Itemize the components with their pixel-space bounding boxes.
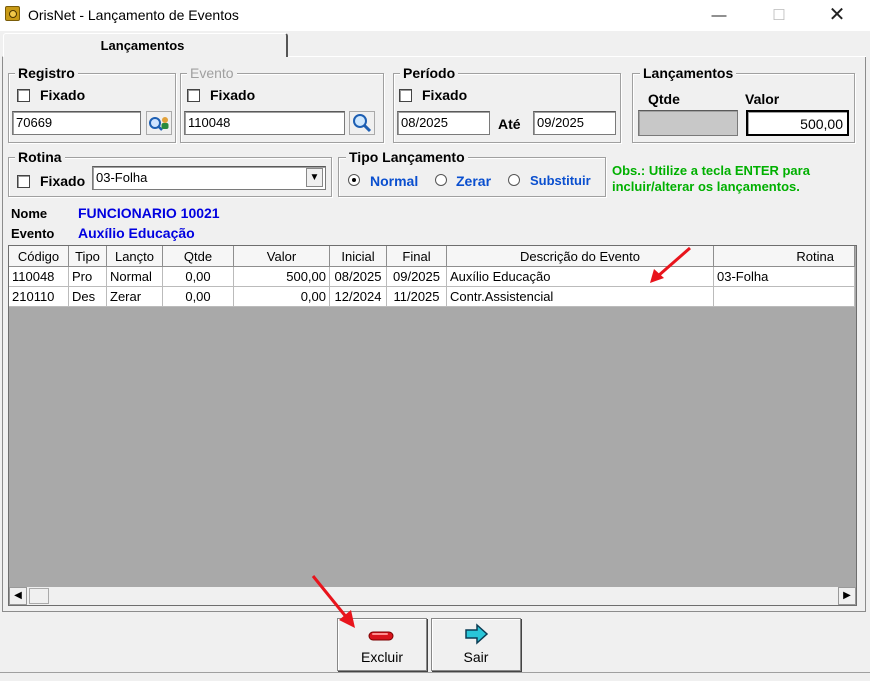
column-header[interactable]: Final [387,246,447,267]
minimize-icon: — [711,7,727,24]
nome-value: FUNCIONARIO 10021 [78,205,220,221]
table-cell: 11/2025 [387,287,447,307]
radio-zerar-label: Zerar [456,173,492,189]
table-cell: 09/2025 [387,267,447,287]
registro-fixado-label: Fixado [40,87,86,103]
table-cell: Des [69,287,107,307]
column-header[interactable]: Lançto [107,246,163,267]
column-header[interactable]: Inicial [330,246,387,267]
periodo-ate-label: Até [498,116,521,132]
user-search-icon [149,117,169,131]
table-cell: 110048 [9,267,69,287]
rotina-fixado-checkbox[interactable] [17,175,30,188]
triangle-right-icon: ▶ [843,590,851,601]
radio-substituir-label: Substituir [530,173,591,188]
nome-label: Nome [11,206,48,221]
table-cell: Zerar [107,287,163,307]
excluir-button-label: Excluir [360,649,403,665]
maximize-button[interactable]: ☐ [756,0,802,31]
evento-title: Evento [187,65,237,81]
registro-input[interactable]: 70669 [12,111,141,135]
tab-lancamentos-label: Lançamentos [100,38,185,53]
column-header[interactable]: Valor [234,246,330,267]
registro-lookup-button[interactable] [146,111,172,135]
periodo-fixado-checkbox[interactable] [399,89,412,102]
table-cell: 210110 [9,287,69,307]
registro-fixado-checkbox[interactable] [17,89,30,102]
evento-lookup-button[interactable] [349,111,375,135]
rotina-fixado-label: Fixado [40,173,86,189]
radio-normal-label: Normal [370,173,419,189]
tipo-lancamento-title: Tipo Lançamento [346,149,468,165]
horizontal-scrollbar[interactable] [9,587,856,605]
column-header[interactable]: Qtde [163,246,234,267]
evento-info-label: Evento [11,226,55,241]
column-header[interactable]: Tipo [69,246,107,267]
rotina-title: Rotina [15,149,65,165]
annotation-arrow-excluir [311,575,355,628]
radio-normal[interactable] [348,174,360,186]
scroll-left-button[interactable]: ◀ [9,587,27,605]
lancamentos-summary-title: Lançamentos [640,65,737,81]
table-cell: 0,00 [163,287,234,307]
tab-divider [288,56,866,57]
qtde-field [638,110,738,136]
column-header[interactable]: Rotina [714,246,855,267]
sair-button[interactable]: Sair [431,618,521,671]
evento-input[interactable]: 110048 [184,111,345,135]
rotina-selected-value: 03-Folha [96,170,148,185]
arrow-right-icon [465,623,489,645]
table-cell [714,287,855,307]
table-cell: 03-Folha [714,267,855,287]
periodo-title: Período [400,65,459,81]
valor-label: Valor [745,91,780,107]
table-cell: 0,00 [234,287,330,307]
table-cell: 12/2024 [330,287,387,307]
table-cell: Pro [69,267,107,287]
qtde-label: Qtde [648,91,680,107]
table-cell: 500,00 [234,267,330,287]
periodo-to-input[interactable]: 09/2025 [533,111,616,135]
obs-line-2: incluir/alterar os lançamentos. [612,179,800,194]
valor-field: 500,00 [746,110,849,136]
scroll-thumb[interactable] [29,588,49,604]
minus-icon [368,631,394,641]
app-icon [5,6,20,21]
evento-fixado-label: Fixado [210,87,256,103]
periodo-from-input[interactable]: 08/2025 [397,111,490,135]
window-title: OrisNet - Lançamento de Eventos [28,7,239,23]
sair-button-label: Sair [463,649,489,665]
table-cell: 0,00 [163,267,234,287]
periodo-fixado-label: Fixado [422,87,468,103]
table-cell: 08/2025 [330,267,387,287]
annotation-arrow-grid [650,246,691,283]
column-header[interactable]: Código [9,246,69,267]
close-icon: ✕ [828,4,846,26]
search-icon [353,114,372,133]
evento-fixado-checkbox[interactable] [187,89,200,102]
table-cell: Normal [107,267,163,287]
maximize-icon: ☐ [772,7,786,24]
close-button[interactable]: ✕ [814,0,860,31]
triangle-left-icon: ◀ [14,590,22,601]
registro-title: Registro [15,65,78,81]
minimize-button[interactable]: — [696,0,742,31]
table-cell: Contr.Assistencial [447,287,714,307]
scroll-right-button[interactable]: ▶ [838,587,856,605]
chevron-down-icon[interactable]: ▼ [306,168,323,187]
radio-zerar[interactable] [435,174,447,186]
rotina-select[interactable]: 03-Folha ▼ [92,166,326,190]
obs-line-1: Obs.: Utilize a tecla ENTER para [612,163,810,178]
radio-substituir[interactable] [508,174,520,186]
evento-info-value: Auxílio Educação [78,225,195,241]
